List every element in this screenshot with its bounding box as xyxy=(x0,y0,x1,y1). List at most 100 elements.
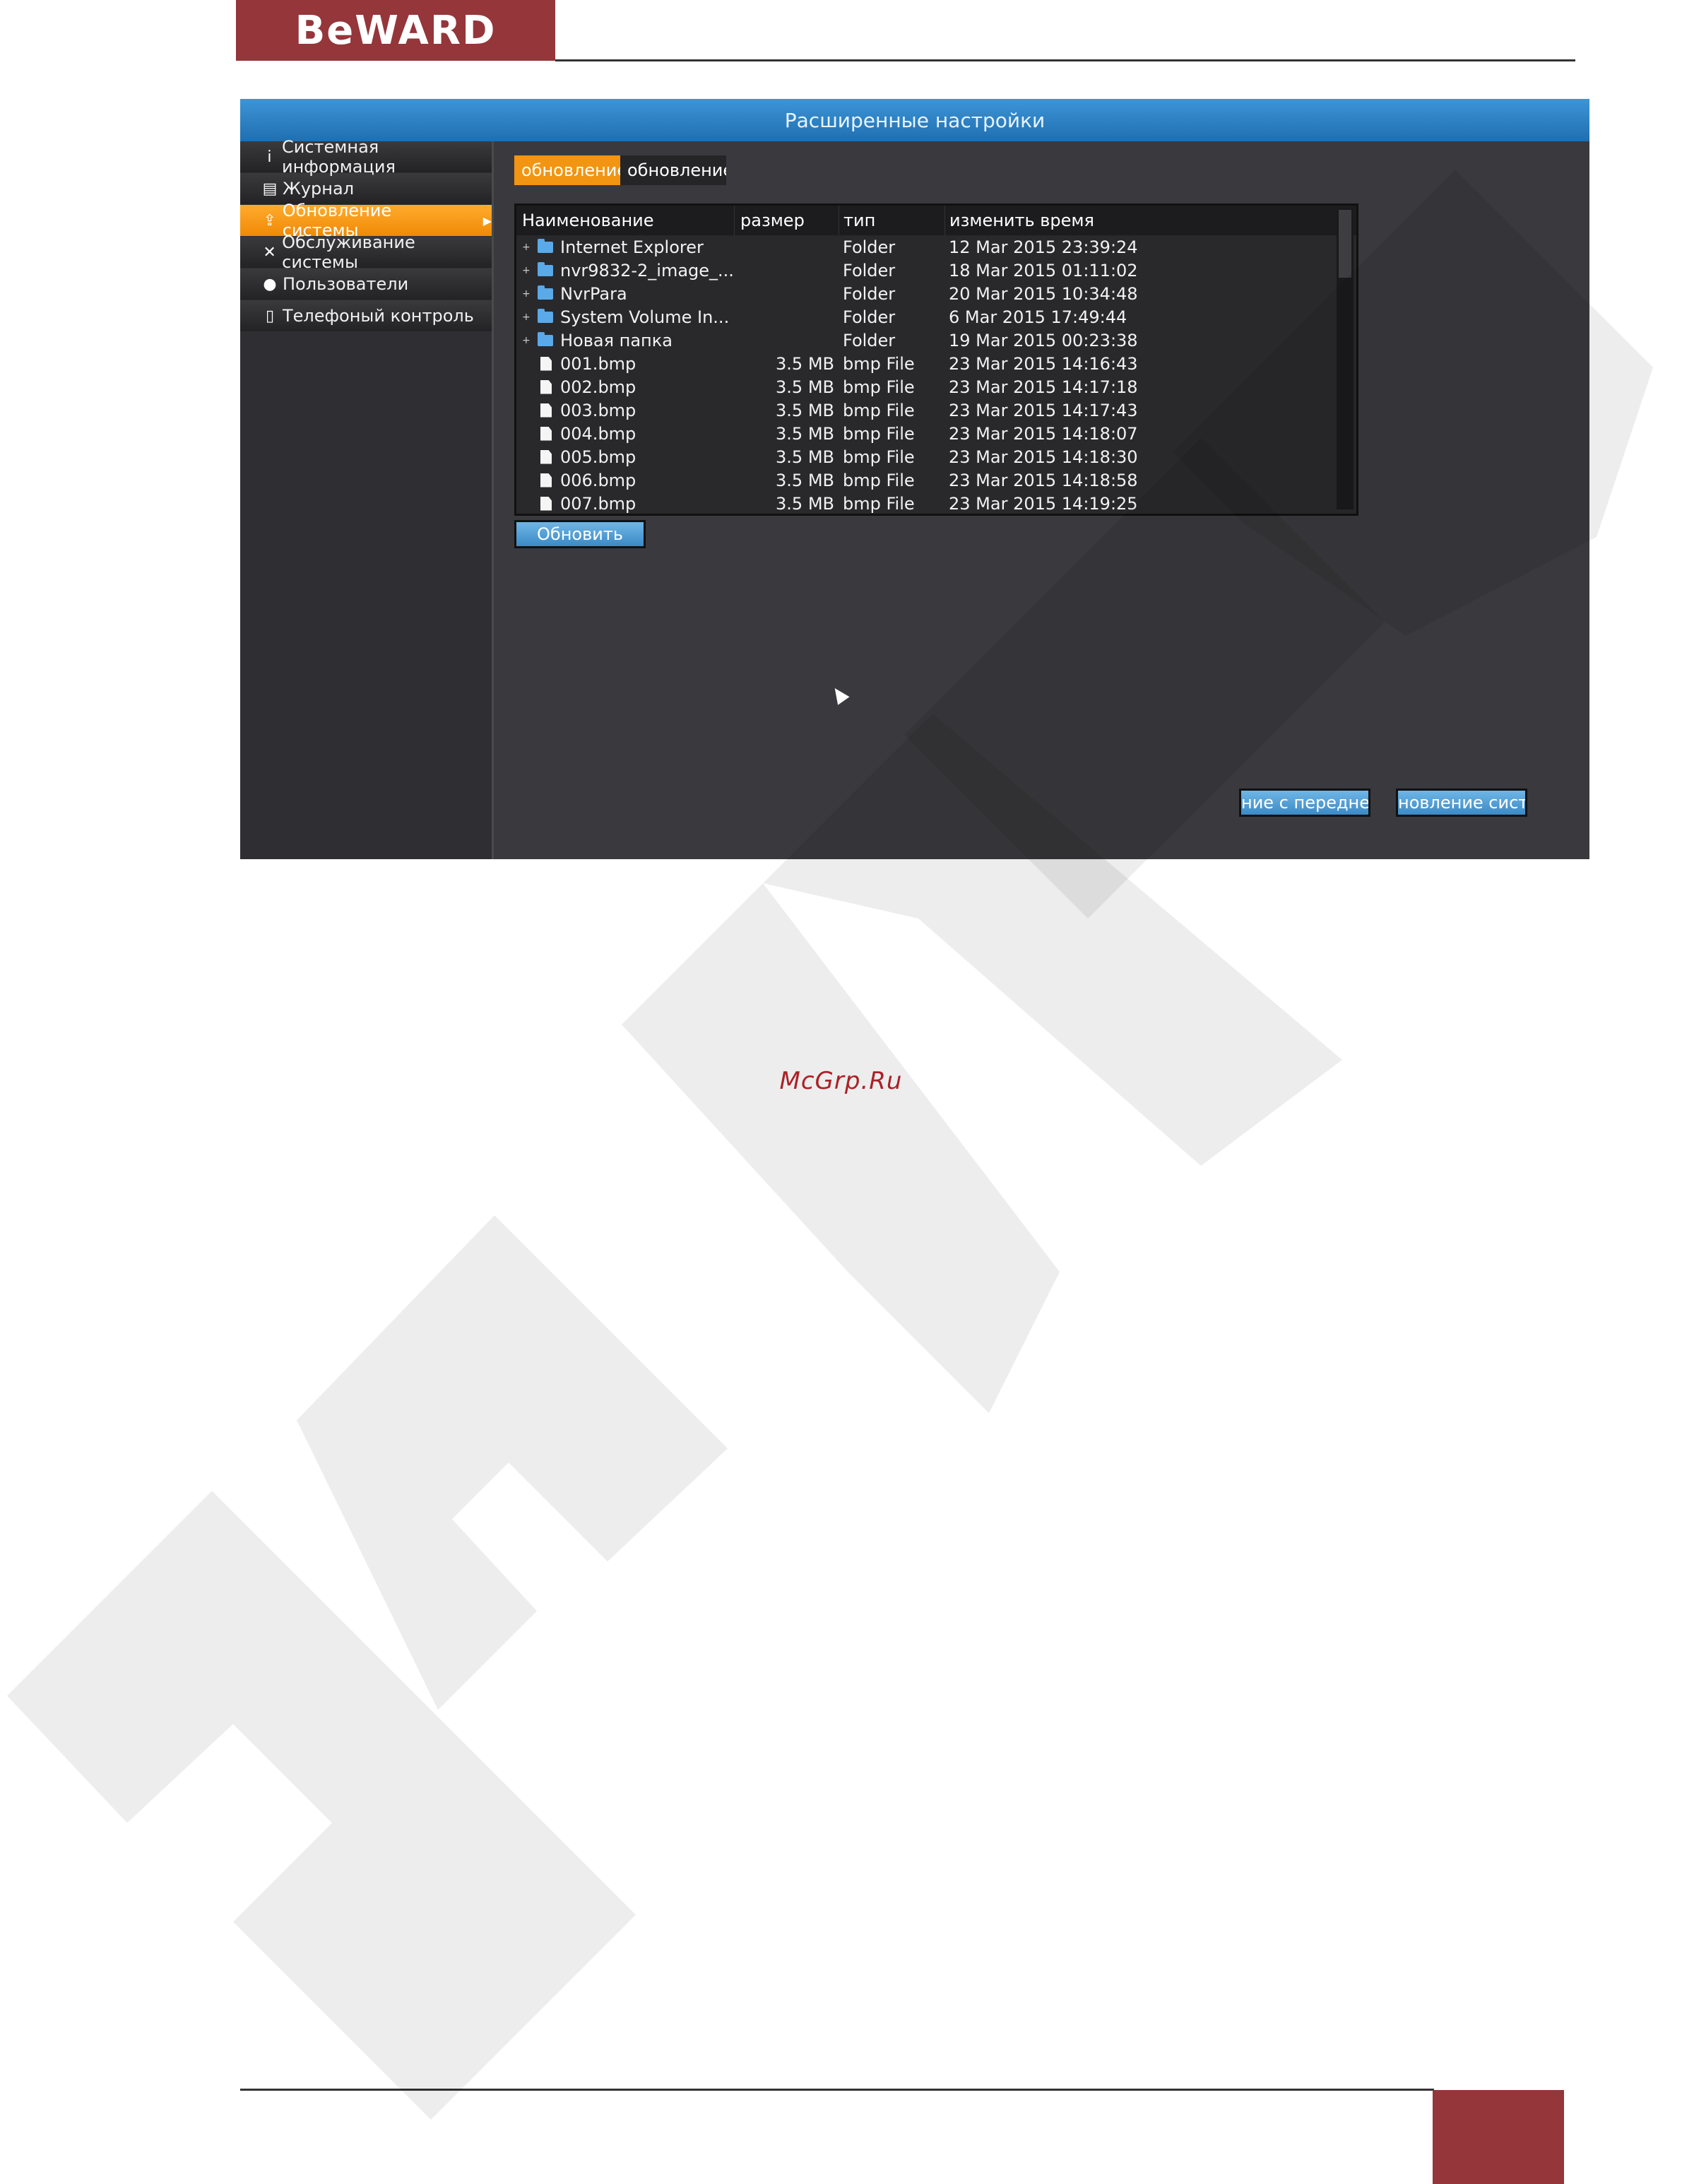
cell-name: 005.bmp xyxy=(516,447,734,467)
cell-size: 3.5 MB xyxy=(776,353,834,374)
table-row[interactable]: 007.bmp 3.5 MB bmp File 23 Mar 2015 14:19:2… xyxy=(516,492,1356,514)
update-tabs: обновление с обновление ч xyxy=(514,155,726,185)
user-icon: ● xyxy=(263,275,277,293)
expand-icon[interactable]: + xyxy=(522,312,532,323)
info-icon: i xyxy=(267,148,272,166)
sidebar: i Системная информация ▤ Журнал ⇪ Обновл… xyxy=(240,137,494,859)
table-row[interactable]: 003.bmp 3.5 MB bmp File 23 Mar 2015 14:17:4… xyxy=(516,399,1356,422)
table-row[interactable]: 005.bmp 3.5 MB bmp File 23 Mar 2015 14:18:3… xyxy=(516,445,1356,468)
document-icon: ▤ xyxy=(262,179,278,198)
cell-type: Folder xyxy=(843,330,896,350)
column-header-name[interactable]: Наименование xyxy=(516,206,735,235)
cell-size: 3.5 MB xyxy=(776,377,834,397)
cell-type: bmp File xyxy=(843,447,915,467)
folder-icon xyxy=(538,308,553,323)
cell-name: 004.bmp xyxy=(516,424,734,444)
file-icon xyxy=(540,356,552,371)
cell-type: Folder xyxy=(843,237,896,257)
sidebar-item-system-info[interactable]: i Системная информация xyxy=(240,137,492,177)
file-name: 002.bmp xyxy=(560,377,636,397)
cell-size: 3.5 MB xyxy=(776,400,834,420)
column-header-type[interactable]: тип xyxy=(839,206,945,235)
table-scrollbar[interactable] xyxy=(1337,208,1354,509)
footer-divider xyxy=(240,2089,1434,2091)
cell-time: 23 Mar 2015 14:18:07 xyxy=(949,423,1138,444)
folder-icon xyxy=(538,331,553,346)
tab-update-remote[interactable]: обновление ч xyxy=(620,155,726,185)
file-icon xyxy=(540,496,552,511)
table-row[interactable]: + System Volume In... Folder 6 Mar 2015 17:… xyxy=(516,305,1356,329)
site-link[interactable]: McGrp.Ru xyxy=(0,1067,1682,1095)
tab-update-local[interactable]: обновление с xyxy=(514,155,620,185)
file-name: Новая папка xyxy=(560,330,673,350)
sidebar-item-phone-control[interactable]: ▯ Телефоный контроль xyxy=(240,300,492,331)
table-row[interactable]: + Новая папка Folder 19 Mar 2015 00:23:38 xyxy=(516,329,1356,352)
cell-type: bmp File xyxy=(843,377,915,397)
file-name: 007.bmp xyxy=(560,493,636,514)
sidebar-item-log[interactable]: ▤ Журнал xyxy=(240,173,492,204)
file-table: Наименование размер тип изменить время +… xyxy=(514,203,1358,516)
cell-type: bmp File xyxy=(843,423,915,444)
expand-icon[interactable]: + xyxy=(522,265,532,276)
file-name: 005.bmp xyxy=(560,447,636,467)
table-row[interactable]: 006.bmp 3.5 MB bmp File 23 Mar 2015 14:18:5… xyxy=(516,468,1356,492)
file-icon xyxy=(540,379,552,394)
cell-time: 18 Mar 2015 01:11:02 xyxy=(949,260,1138,281)
cell-size: 3.5 MB xyxy=(776,493,834,514)
cell-time: 23 Mar 2015 14:16:43 xyxy=(949,353,1138,374)
file-name: 003.bmp xyxy=(560,400,636,420)
cell-type: Folder xyxy=(843,283,896,304)
cell-name: 003.bmp xyxy=(516,401,734,420)
sidebar-item-label: Обслуживание системы xyxy=(282,232,415,272)
sidebar-item-system-update[interactable]: ⇪ Обновление системы ▶ xyxy=(240,201,492,240)
cell-time: 12 Mar 2015 23:39:24 xyxy=(949,237,1138,257)
folder-icon xyxy=(538,285,553,300)
cell-type: bmp File xyxy=(843,353,915,374)
cell-name: + Internet Explorer xyxy=(516,237,734,257)
cell-time: 23 Mar 2015 14:17:18 xyxy=(949,377,1138,397)
cell-size: 3.5 MB xyxy=(776,423,834,444)
cell-size: 3.5 MB xyxy=(776,447,834,467)
system-update-button[interactable]: новление систе xyxy=(1396,789,1527,817)
cell-name: + NvrPara xyxy=(516,284,734,304)
cell-size: 3.5 MB xyxy=(776,470,834,490)
cell-name: + System Volume In... xyxy=(516,307,734,327)
cell-time: 19 Mar 2015 00:23:38 xyxy=(949,330,1138,350)
expand-icon[interactable]: + xyxy=(522,242,532,253)
scrollbar-thumb[interactable] xyxy=(1339,210,1351,278)
logo-text: BeWARD xyxy=(295,7,497,54)
file-name: System Volume In... xyxy=(560,307,730,327)
table-header: Наименование размер тип изменить время xyxy=(516,206,1356,235)
table-row[interactable]: 001.bmp 3.5 MB bmp File 23 Mar 2015 14:16:4… xyxy=(516,352,1356,375)
cell-time: 23 Mar 2015 14:18:58 xyxy=(949,470,1138,490)
brand-logo: BeWARD xyxy=(236,0,555,61)
cell-type: Folder xyxy=(843,307,896,327)
refresh-button[interactable]: Обновить xyxy=(514,520,646,548)
table-row[interactable]: 004.bmp 3.5 MB bmp File 23 Mar 2015 14:18:0… xyxy=(516,422,1356,445)
expand-icon[interactable]: + xyxy=(522,335,532,346)
update-from-front-button[interactable]: ние с передней xyxy=(1239,789,1370,817)
cell-name: + Новая папка xyxy=(516,331,734,350)
folder-icon xyxy=(538,238,553,253)
cell-name: 002.bmp xyxy=(516,377,734,397)
file-icon xyxy=(540,473,552,488)
sidebar-item-label: Журнал xyxy=(283,179,355,199)
table-row[interactable]: + Internet Explorer Folder 12 Mar 2015 23:3… xyxy=(516,235,1356,259)
cell-type: bmp File xyxy=(843,400,915,420)
sidebar-item-label: Телефоный контроль xyxy=(283,306,474,326)
column-header-time[interactable]: изменить время xyxy=(945,211,1341,230)
table-row[interactable]: + nvr9832-2_image_... Folder 18 Mar 2015 01… xyxy=(516,259,1356,282)
sidebar-item-maintenance[interactable]: ✕ Обслуживание системы xyxy=(240,232,492,272)
file-name: 006.bmp xyxy=(560,470,636,490)
expand-icon[interactable]: + xyxy=(522,288,532,300)
sidebar-item-users[interactable]: ● Пользователи xyxy=(240,268,492,300)
footer-page-box xyxy=(1433,2090,1564,2184)
table-row[interactable]: 002.bmp 3.5 MB bmp File 23 Mar 2015 14:17:1… xyxy=(516,375,1356,399)
column-header-size[interactable]: размер xyxy=(735,206,839,235)
phone-icon: ▯ xyxy=(265,307,275,325)
cell-type: Folder xyxy=(843,260,896,281)
file-icon xyxy=(540,449,552,464)
file-name: nvr9832-2_image_... xyxy=(560,260,734,281)
table-row[interactable]: + NvrPara Folder 20 Mar 2015 10:34:48 xyxy=(516,282,1356,305)
cell-name: 001.bmp xyxy=(516,354,734,374)
